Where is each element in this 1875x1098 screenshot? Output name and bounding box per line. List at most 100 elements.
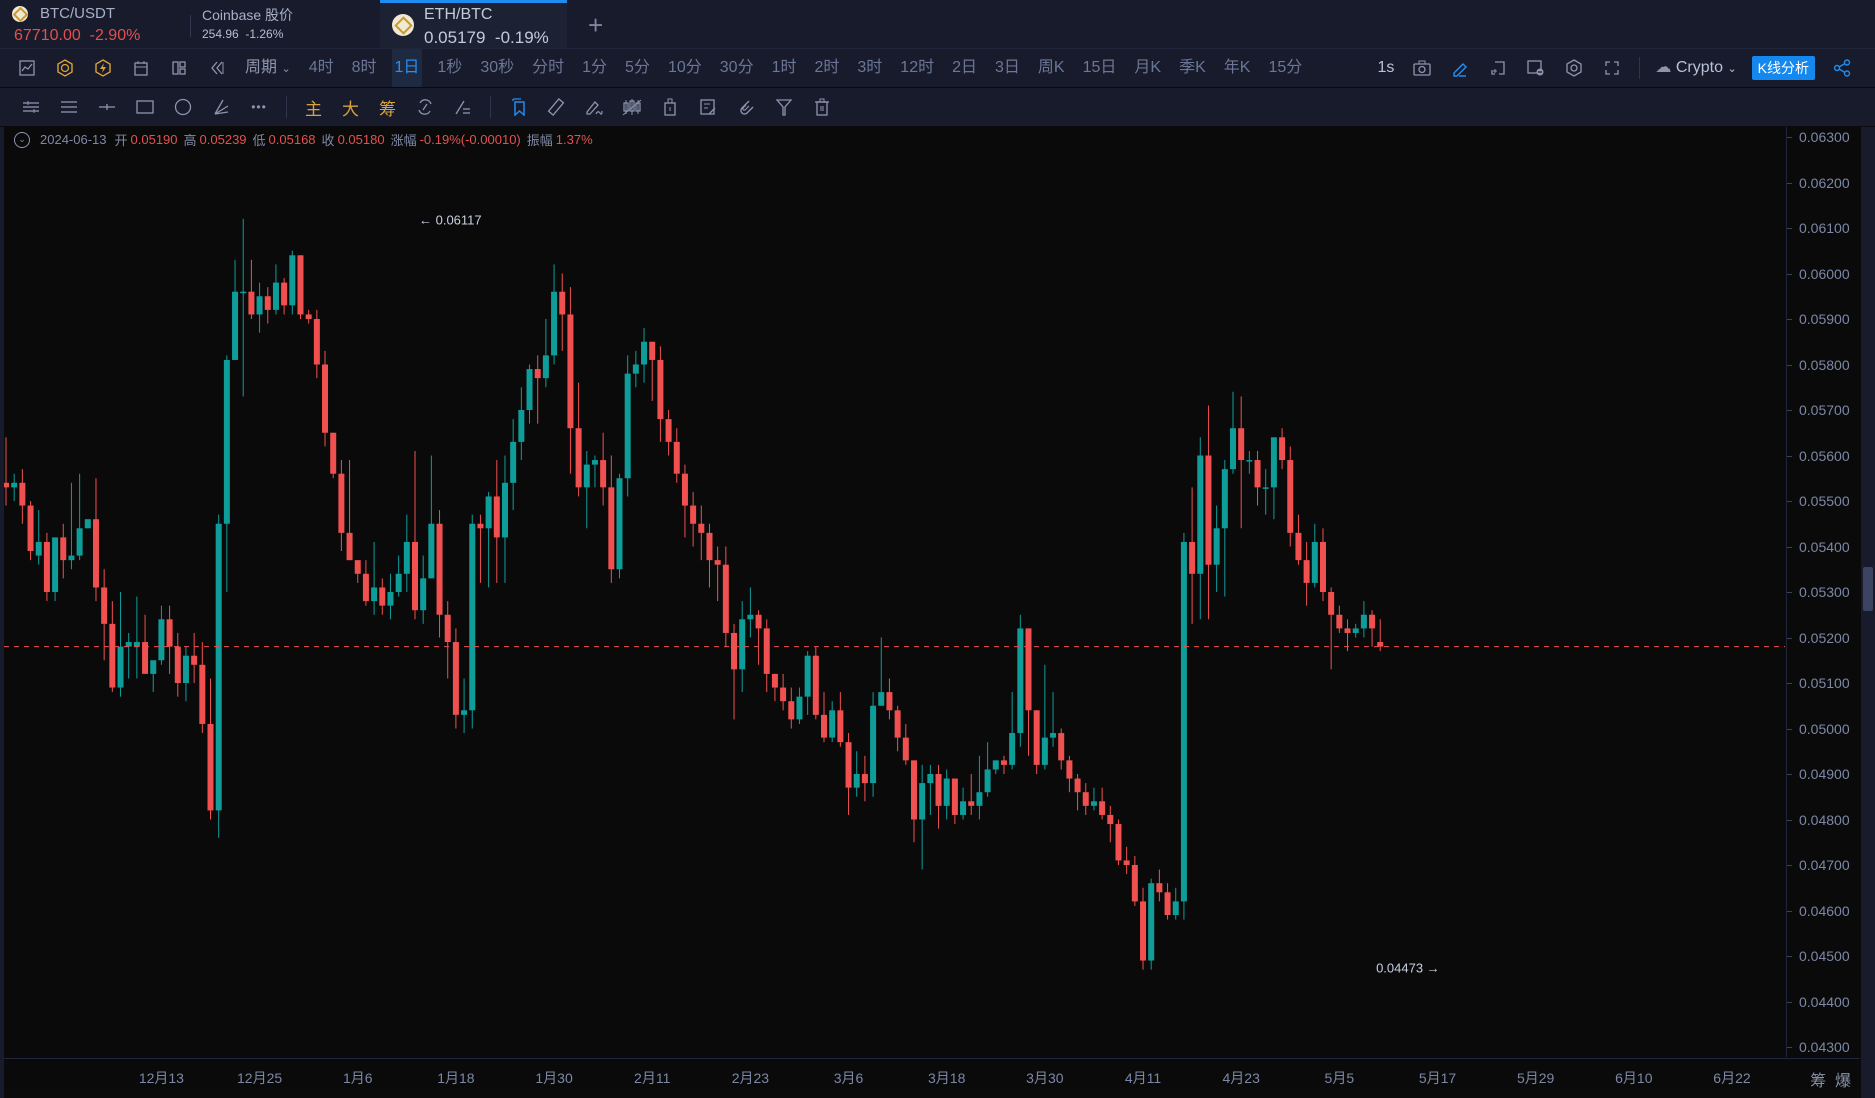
high-value: 0.05239 [199,132,247,147]
candle [951,778,958,825]
magnet-icon[interactable] [735,96,757,118]
indicator-icon[interactable] [54,57,76,79]
filter-icon[interactable] [773,96,795,118]
more-icon[interactable]: ••• [248,96,270,118]
period-11[interactable]: 2时 [811,49,842,87]
cross-line-icon[interactable] [96,96,118,118]
candle-body [1311,541,1318,583]
parallel-lines-icon[interactable] [58,96,80,118]
candle-body [1000,760,1007,765]
line-chart-icon[interactable] [16,57,38,79]
period-7[interactable]: 5分 [622,49,653,87]
pen-icon[interactable] [1449,57,1471,79]
candle-body [894,710,901,738]
period-16[interactable]: 周K [1035,49,1068,87]
liquidation-button[interactable]: 爆 [1835,1073,1851,1090]
tab-eth-btc[interactable]: ETH/BTC 0.05179 -0.19% [380,0,567,48]
period-2[interactable]: 1日 [391,49,423,87]
horizontal-lines-icon[interactable] [20,96,42,118]
period-15[interactable]: 3日 [992,49,1023,87]
y-tick [1787,1047,1792,1048]
ruler-icon[interactable] [545,96,567,118]
candle [461,678,468,734]
x-tick-label: 4月11 [1124,1070,1162,1086]
rewind-icon[interactable] [206,57,228,79]
divider [1639,57,1641,79]
switch-icon[interactable] [452,96,474,118]
note-icon[interactable] [697,96,719,118]
candle [542,319,549,388]
candle-body [886,692,893,711]
candle [305,309,312,324]
tab-btc-usdt[interactable]: BTC/USDT 67710.00 -2.90% [0,0,190,48]
candle [117,592,124,697]
period-13[interactable]: 12时 [897,49,937,87]
period-9[interactable]: 30分 [717,49,757,87]
period-5[interactable]: 分时 [529,49,567,87]
share-icon[interactable] [1831,57,1853,79]
chart-area[interactable]: ← 0.06117 0.04473 → [3,127,1785,1057]
period-3[interactable]: 1秒 [434,49,465,87]
candles-icon[interactable] [621,96,643,118]
period-8[interactable]: 10分 [665,49,705,87]
y-tick-label: 0.06300 [1799,129,1850,145]
period-17[interactable]: 15日 [1080,49,1120,87]
trash-icon[interactable] [811,96,833,118]
calendar-icon[interactable] [130,57,152,79]
period-20[interactable]: 年K [1221,49,1254,87]
rectangle-icon[interactable] [134,96,156,118]
candle-body [1074,778,1081,793]
y-tick-label: 0.05200 [1799,629,1850,646]
period-18[interactable]: 月K [1131,49,1164,87]
collapse-panel-handle[interactable] [1863,567,1873,611]
big-order-button[interactable]: 大 [342,95,359,120]
period-4[interactable]: 30秒 [477,49,517,87]
period-21[interactable]: 15分 [1265,49,1305,87]
ellipse-icon[interactable] [172,96,194,118]
candle-body [943,778,950,806]
period-19[interactable]: 季K [1176,49,1209,87]
period-1[interactable]: 8时 [349,49,380,87]
source-dropdown[interactable]: ☁ Crypto ⌄ [1652,49,1739,88]
main-indicator-button[interactable]: 主 [305,95,322,120]
price-axis[interactable]: 0.06300 0.06200 0.06100 0.06000 0.05900 0.058… [1786,127,1861,1057]
period-14[interactable]: 2日 [949,49,980,87]
candle [297,255,304,319]
period-12[interactable]: 3时 [854,49,885,87]
time-axis[interactable]: 12月13 12月25 1月6 1月18 1月30 2月11 2月23 3月6 3月18 3月30… [4,1058,1860,1089]
fib-icon[interactable] [210,96,232,118]
flash-icon[interactable] [92,57,114,79]
settings-icon[interactable] [1563,57,1585,79]
candle-body [313,319,320,365]
candle-body [330,432,337,474]
candle [223,355,230,592]
candle-body [878,692,885,706]
divider [490,96,491,118]
camera-icon[interactable] [1411,57,1433,79]
chip-button[interactable]: 筹 [1810,1073,1826,1090]
lock-icon[interactable] [659,96,681,118]
period-0[interactable]: 4时 [306,49,337,87]
period-dropdown[interactable]: 周期 ⌄ [242,49,294,88]
bookmark-icon[interactable] [507,96,529,118]
image-icon[interactable] [1525,57,1547,79]
refresh-interval[interactable]: 1s [1375,49,1398,87]
candle [1172,887,1179,920]
candle [43,532,50,602]
cycle-icon[interactable] [414,96,436,118]
fullscreen-icon[interactable] [1601,57,1623,79]
candle-body [739,619,746,670]
period-6[interactable]: 1分 [579,49,610,87]
brush-icon[interactable] [583,96,605,118]
k-analysis-button[interactable]: K线分析 [1751,56,1815,80]
right-scrollbar[interactable] [1861,127,1875,1098]
chip-distribution-button[interactable]: 筹 [379,95,396,120]
candle-body [133,642,140,647]
tab-coinbase[interactable]: Coinbase 股价 254.96 -1.26% [202,0,380,48]
y-tick [1787,956,1792,957]
add-tab-button[interactable]: + [588,10,603,41]
add-frame-icon[interactable] [1487,57,1509,79]
layout-icon[interactable] [168,57,190,79]
period-10[interactable]: 1时 [769,49,800,87]
collapse-chevron-icon[interactable]: ⌄ [14,131,30,148]
